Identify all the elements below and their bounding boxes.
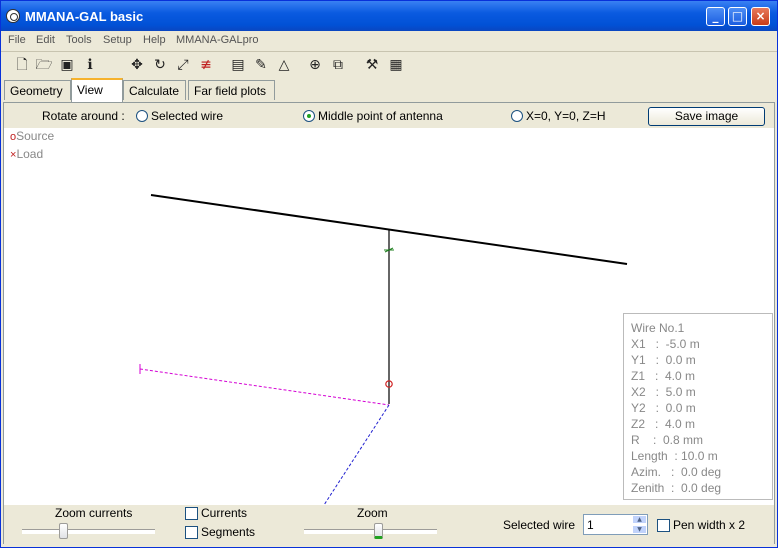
close-button[interactable]: ×	[751, 7, 770, 26]
wire-info-z2: Z2 : 4.0 m	[631, 417, 696, 431]
menu-setup[interactable]: Setup	[103, 34, 132, 46]
page-icon[interactable]: ▤	[229, 56, 247, 74]
title-bar[interactable]: MMANA-GAL basic _ □ ×	[1, 1, 777, 31]
wire-info-x2: X2 : 5.0 m	[631, 385, 696, 399]
radio-middle-point[interactable]	[303, 110, 315, 122]
maximize-button[interactable]: □	[728, 7, 747, 26]
menu-file[interactable]: File	[8, 34, 26, 46]
info-icon[interactable]: ℹ	[81, 56, 99, 74]
radio-middle-point-label[interactable]: Middle point of antenna	[318, 109, 443, 123]
x-axis-line	[139, 368, 390, 406]
wire-info-z1: Z1 : 4.0 m	[631, 369, 696, 383]
selected-wire-value[interactable]: 1	[587, 518, 594, 532]
wire-split-icon[interactable]: ≢	[197, 56, 215, 74]
zoom-track[interactable]	[304, 529, 437, 534]
radio-selected-wire[interactable]	[136, 110, 148, 122]
window-title: MMANA-GAL basic	[25, 9, 144, 24]
zoom-slider[interactable]	[374, 523, 383, 539]
zoom-currents-track[interactable]	[22, 529, 155, 534]
spin-up-icon[interactable]: ▲	[632, 515, 647, 524]
y-axis-line	[323, 404, 390, 505]
radio-selected-wire-label[interactable]: Selected wire	[151, 109, 223, 123]
menu-divider	[1, 51, 777, 52]
spin-down-icon[interactable]: ▼	[632, 525, 647, 534]
wire-info-title: Wire No.1	[631, 321, 685, 335]
save-disk-icon[interactable]: ▣	[58, 56, 76, 74]
tools-icon[interactable]: ⚒	[363, 56, 381, 74]
rotate-icon[interactable]: ↻	[151, 56, 169, 74]
tab-calculate[interactable]: Calculate	[123, 80, 186, 100]
spinner-buttons: ▲ ▼	[632, 515, 647, 534]
toolbar: 🗋 🗁 ▣ ℹ ✥ ↻ ⤢ ≢ ▤ ✎ △ ⊕ ⧉ ⚒ ▦	[1, 53, 777, 77]
menu-tools[interactable]: Tools	[66, 34, 92, 46]
crosshair-icon[interactable]: ⊕	[306, 56, 324, 74]
segments-label[interactable]: Segments	[201, 525, 255, 539]
rotate-options: Rotate around : Selected wire Middle poi…	[4, 104, 774, 128]
tab-strip: Geometry View Calculate Far field plots	[1, 78, 777, 102]
wire-info-azimuth: Azim. : 0.0 deg	[631, 465, 722, 479]
zoom-currents-label: Zoom currents	[55, 506, 133, 520]
wire-info-zenith: Zenith : 0.0 deg	[631, 481, 722, 495]
menu-bar: File Edit Tools Setup Help MMANA-GALpro	[1, 31, 777, 51]
wire-info-r: R : 0.8 mm	[631, 433, 704, 447]
pen-width-label[interactable]: Pen width x 2	[673, 518, 745, 532]
open-folder-icon[interactable]: 🗁	[35, 56, 53, 74]
rotate-around-label: Rotate around :	[42, 109, 125, 123]
selected-wire-spinner[interactable]: 1 ▲ ▼	[583, 514, 648, 535]
radio-origin-label[interactable]: X=0, Y=0, Z=H	[526, 109, 606, 123]
move-icon[interactable]: ✥	[128, 56, 146, 74]
menu-edit[interactable]: Edit	[36, 34, 55, 46]
wire-info-y1: Y1 : 0.0 m	[631, 353, 696, 367]
minimize-button[interactable]: _	[706, 7, 725, 26]
pen-width-checkbox[interactable]	[657, 519, 670, 532]
pencil-icon[interactable]: ✎	[252, 56, 270, 74]
copy-icon[interactable]: ⧉	[329, 56, 347, 74]
segments-checkbox[interactable]	[185, 526, 198, 539]
tab-far-field-plots[interactable]: Far field plots	[188, 80, 275, 100]
scale-icon[interactable]: ⤢	[174, 56, 192, 74]
tab-view[interactable]: View	[71, 78, 123, 102]
save-image-button[interactable]: Save image	[648, 107, 765, 126]
menu-help[interactable]: Help	[143, 34, 166, 46]
radio-origin[interactable]	[511, 110, 523, 122]
app-window: MMANA-GAL basic _ □ × File Edit Tools Se…	[0, 0, 778, 548]
wire-info-length: Length : 10.0 m	[631, 449, 718, 463]
zoom-label: Zoom	[357, 506, 388, 520]
currents-label[interactable]: Currents	[201, 506, 247, 520]
menu-mmana-galpro[interactable]: MMANA-GALpro	[176, 34, 259, 46]
new-file-icon[interactable]: 🗋	[13, 56, 31, 74]
selected-wire-label: Selected wire	[503, 518, 576, 532]
antenna-view-canvas[interactable]: oSource ×Load Wire No.1 X1 : -5.0 m Y1 :…	[4, 128, 774, 505]
app-icon[interactable]	[6, 9, 20, 23]
wire-info-box: Wire No.1 X1 : -5.0 m Y1 : 0.0 m Z1 : 4.…	[623, 313, 773, 500]
triangle-icon[interactable]: △	[275, 56, 293, 74]
wire-info-y2: Y2 : 0.0 m	[631, 401, 696, 415]
zoom-currents-slider[interactable]	[59, 523, 68, 539]
tab-geometry[interactable]: Geometry	[4, 80, 71, 100]
wire-info-x1: X1 : -5.0 m	[631, 337, 700, 351]
bottom-controls: Zoom currents Currents Segments Zoom Sel…	[4, 505, 774, 544]
calculator-icon[interactable]: ▦	[387, 56, 405, 74]
currents-checkbox[interactable]	[185, 507, 198, 520]
